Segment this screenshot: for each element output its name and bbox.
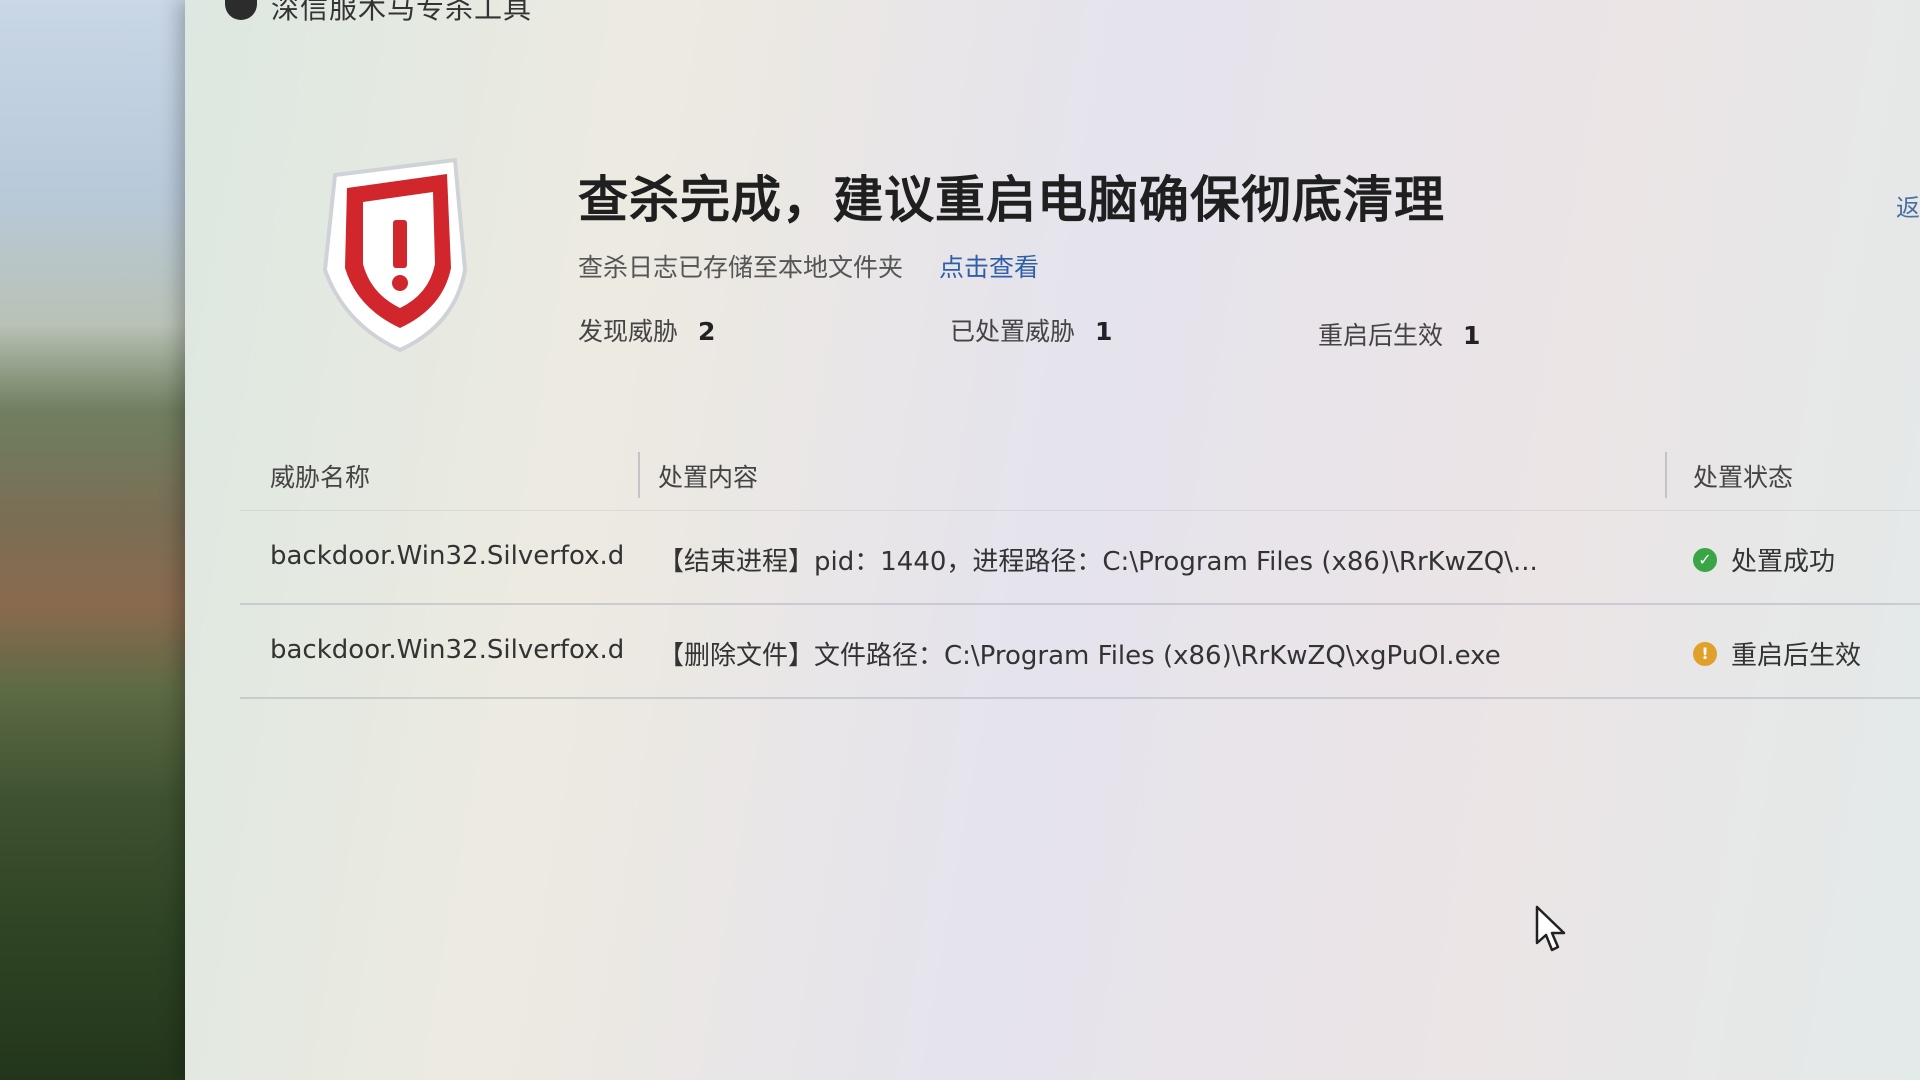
status-text: 重启后生效 — [1731, 641, 1862, 671]
desktop-wallpaper — [0, 0, 190, 1080]
stat-effective-after-restart: 重启后生效 1 — [1318, 316, 1480, 352]
check-circle-icon: ✓ — [1693, 547, 1717, 572]
column-divider[interactable] — [638, 452, 640, 498]
header-action-status[interactable]: 处置状态 — [1693, 458, 1793, 494]
threat-name: backdoor.Win32.Silverfox.d — [270, 541, 625, 571]
table-row[interactable]: backdoor.Win32.Silverfox.d 【删除文件】文件路径：C:… — [240, 605, 1920, 699]
stat-handled-label: 已处置威胁 — [950, 317, 1076, 346]
title-bar: 深信服木马专杀工具 — [225, 0, 533, 25]
stat-found-value: 2 — [698, 317, 716, 346]
shield-alert-icon — [322, 157, 468, 353]
action-content: 【结束进程】pid：1440，进程路径：C:\Program Files (x8… — [658, 547, 1538, 577]
header-threat-name[interactable]: 威胁名称 — [270, 458, 370, 494]
scan-result-headline: 查杀完成，建议重启电脑确保彻底清理 — [578, 171, 1445, 229]
action-content: 【删除文件】文件路径：C:\Program Files (x86)\RrKwZQ… — [658, 641, 1501, 671]
stat-restart-value: 1 — [1463, 321, 1481, 350]
header-action-content[interactable]: 处置内容 — [658, 458, 758, 494]
warning-circle-icon: ! — [1693, 641, 1717, 666]
back-button[interactable]: 返 — [1896, 188, 1920, 223]
stat-restart-label: 重启后生效 — [1318, 321, 1444, 350]
status-text: 处置成功 — [1731, 547, 1836, 577]
stat-handled-value: 1 — [1095, 317, 1113, 346]
action-status: ! 重启后生效 — [1693, 635, 1861, 672]
app-logo-icon — [225, 0, 257, 20]
threat-stats: 发现威胁 2 已处置威胁 1 重启后生效 1 — [578, 312, 1678, 352]
column-divider[interactable] — [1665, 452, 1667, 498]
log-saved-text: 查杀日志已存储至本地文件夹 — [578, 253, 904, 282]
action-status: ✓ 处置成功 — [1693, 541, 1835, 578]
threat-table: 威胁名称 处置内容 处置状态 backdoor.Win32.Silverfox.… — [240, 448, 1920, 699]
stat-threats-found: 发现威胁 2 — [578, 312, 715, 348]
table-header: 威胁名称 处置内容 处置状态 — [240, 448, 1920, 511]
log-info: 查杀日志已存储至本地文件夹 点击查看 — [578, 248, 1039, 284]
threat-name: backdoor.Win32.Silverfox.d — [270, 635, 625, 665]
stat-found-label: 发现威胁 — [578, 317, 679, 346]
table-row[interactable]: backdoor.Win32.Silverfox.d 【结束进程】pid：144… — [240, 511, 1920, 605]
stat-threats-handled: 已处置威胁 1 — [950, 312, 1112, 348]
app-window: 深信服木马专杀工具 返 查杀完成，建议重启电脑确保彻底清理 查杀日志已存储至本地… — [185, 0, 1920, 1080]
mouse-pointer-icon — [1535, 905, 1566, 952]
app-title: 深信服木马专杀工具 — [271, 0, 533, 25]
view-log-link[interactable]: 点击查看 — [939, 253, 1039, 282]
